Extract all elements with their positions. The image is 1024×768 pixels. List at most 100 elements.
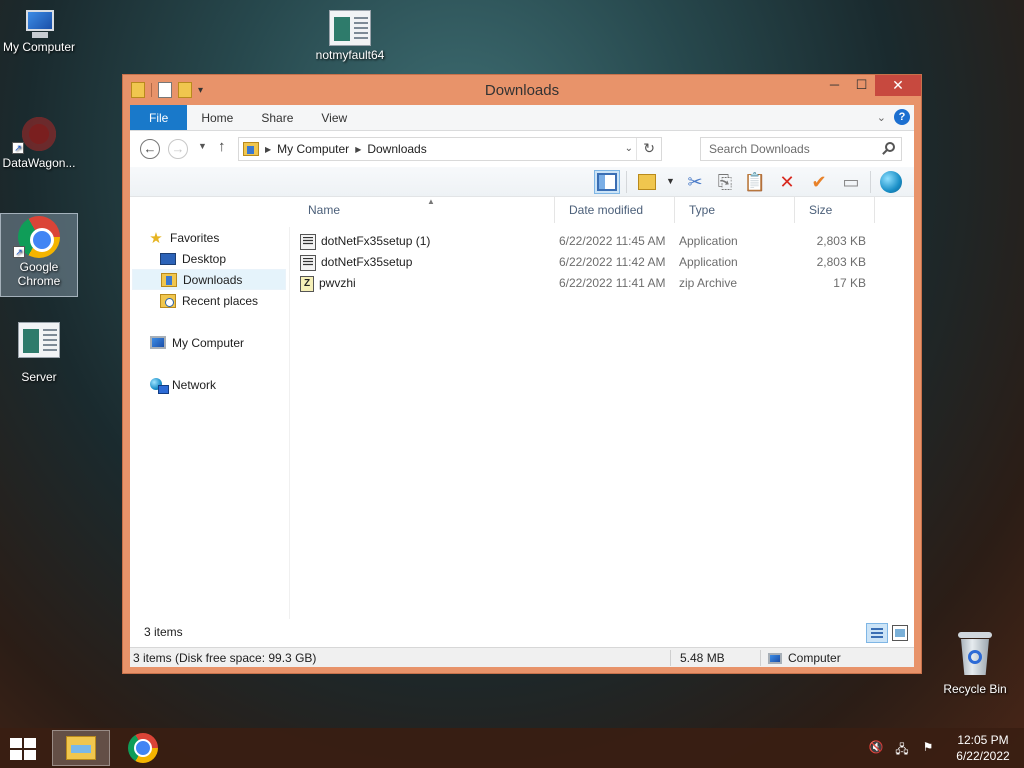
help-icon[interactable]: ? (894, 109, 910, 125)
windows-logo-icon (24, 738, 36, 748)
windows-logo-icon (10, 750, 22, 760)
command-toolbar: ▼ ✂ ⎘ 📋 ✕ ✔ ▭ (130, 167, 914, 197)
column-header-date-modified[interactable]: Date modified (559, 197, 674, 223)
file-name-cell: Z pwvzhi (300, 273, 550, 294)
column-header-size[interactable]: Size (799, 197, 874, 223)
tab-file[interactable]: File (130, 105, 188, 130)
status-divider (760, 650, 761, 666)
breadcrumb-separator-icon[interactable]: ▶ (355, 145, 361, 154)
downloads-folder-icon (243, 142, 259, 156)
desktop-icon-label: Server (21, 370, 57, 384)
network-status-icon[interactable]: 🖧 (894, 740, 910, 756)
file-date: 6/22/2022 11:42 AM (559, 255, 666, 269)
desktop-icon-google-chrome[interactable]: ↗ Google Chrome (0, 213, 78, 297)
desktop-icon-my-computer[interactable]: My Computer (0, 8, 78, 54)
file-list: ▲ Name Date modified Type Size dotNetFx3… (298, 197, 914, 619)
search-box[interactable] (700, 137, 902, 161)
system-clock[interactable]: 12:05 PM 6/22/2022 (946, 732, 1020, 764)
recent-locations-chevron-down-icon[interactable]: ▼ (198, 141, 207, 151)
datawagon-icon (19, 114, 59, 154)
clock-time: 12:05 PM (957, 733, 1009, 747)
application-window-icon (18, 322, 60, 358)
select-folder-button[interactable] (634, 170, 660, 194)
nav-item-downloads[interactable]: Downloads (132, 269, 286, 290)
desktop-icon-recycle-bin[interactable]: Recycle Bin (936, 632, 1014, 696)
maximize-button[interactable]: ☐ (848, 75, 875, 96)
file-row[interactable]: dotNetFx35setup (1) 6/22/2022 11:45 AM A… (298, 231, 880, 252)
tab-home[interactable]: Home (187, 105, 247, 130)
file-name-cell: dotNetFx35setup (300, 252, 550, 273)
clock-date: 6/22/2022 (956, 749, 1010, 763)
network-globe-button[interactable] (878, 170, 904, 194)
nav-item-network[interactable]: Network (150, 374, 216, 395)
nav-item-label: Network (172, 377, 217, 392)
desktop-icon-datawagon[interactable]: ↗ DataWagon... (0, 112, 78, 170)
start-button[interactable] (10, 738, 38, 760)
column-divider[interactable] (794, 197, 795, 223)
application-icon (300, 233, 316, 250)
nav-item-desktop[interactable]: Desktop (160, 248, 226, 269)
up-arrow-icon[interactable]: ↑ (218, 138, 226, 155)
recycle-bin-icon (958, 632, 992, 676)
file-row[interactable]: dotNetFx35setup 6/22/2022 11:42 AM Appli… (298, 252, 880, 273)
column-header-type[interactable]: Type (679, 197, 794, 223)
nav-item-label: My Computer (172, 335, 245, 350)
desktop-icon (160, 252, 176, 265)
expand-ribbon-chevron-down-icon[interactable]: ⌄ (877, 111, 886, 124)
taskbar-file-explorer[interactable] (52, 730, 110, 766)
tab-share[interactable]: Share (247, 105, 307, 130)
breadcrumb-my-computer[interactable]: My Computer (277, 142, 349, 156)
copy-button[interactable]: ⎘ (712, 170, 738, 194)
close-button[interactable]: ✕ (875, 75, 921, 96)
breadcrumb-separator-icon[interactable]: ▶ (265, 145, 271, 154)
nav-item-recent-places[interactable]: Recent places (160, 290, 258, 311)
action-center-flag-icon[interactable]: ⚑ (920, 740, 936, 756)
file-size: 17 KB (833, 276, 866, 290)
column-divider[interactable] (674, 197, 675, 223)
nav-item-my-computer[interactable]: My Computer (150, 332, 244, 353)
breadcrumb-downloads[interactable]: Downloads (367, 142, 426, 156)
shortcut-arrow-icon: ↗ (12, 142, 24, 154)
tab-view[interactable]: View (307, 105, 361, 130)
star-icon: ★ (149, 229, 163, 247)
details-view-button[interactable] (866, 623, 888, 643)
desktop-icon-notmyfault64[interactable]: notmyfault64 (311, 10, 389, 62)
nav-item-label: Downloads (183, 272, 243, 287)
status-divider (670, 650, 671, 666)
search-input[interactable] (709, 142, 879, 156)
delete-button[interactable]: ✕ (774, 170, 800, 194)
status-location-label: Computer (788, 651, 841, 665)
refresh-icon[interactable]: ↻ (643, 140, 655, 157)
back-button[interactable]: ← (140, 139, 160, 159)
column-header-name[interactable]: Name (298, 197, 553, 223)
minimize-button[interactable]: ─ (821, 75, 848, 96)
status-bar: 3 items (Disk free space: 99.3 GB) 5.48 … (130, 647, 914, 667)
paste-button[interactable]: 📋 (742, 170, 768, 194)
file-type: Application (679, 234, 738, 248)
taskbar: 🔇 🖧 ⚑ 12:05 PM 6/22/2022 (0, 728, 1024, 768)
folder-options-chevron-down-icon[interactable]: ▼ (666, 176, 675, 186)
volume-muted-icon[interactable]: 🔇 (868, 740, 884, 756)
desktop-icon-label: DataWagon... (2, 156, 76, 170)
taskbar-google-chrome[interactable] (114, 730, 172, 766)
file-row[interactable]: Z pwvzhi 6/22/2022 11:41 AM zip Archive … (298, 273, 880, 294)
computer-icon (150, 336, 166, 349)
nav-item-favorites[interactable]: ★ Favorites (148, 227, 219, 248)
rename-button[interactable]: ▭ (838, 170, 864, 194)
large-icons-view-button[interactable] (892, 625, 908, 641)
file-name: pwvzhi (319, 276, 356, 290)
preview-pane-button[interactable] (594, 170, 620, 194)
cut-button[interactable]: ✂ (682, 170, 708, 194)
navigation-pane: ★ Favorites Desktop Downloads Recent pla… (130, 227, 290, 619)
column-divider[interactable] (554, 197, 555, 223)
forward-button[interactable]: → (168, 139, 188, 159)
file-date: 6/22/2022 11:41 AM (559, 276, 666, 290)
search-icon[interactable] (885, 142, 895, 152)
address-history-chevron-down-icon[interactable]: ⌄ (625, 143, 633, 154)
apply-check-button[interactable]: ✔ (806, 170, 832, 194)
title-bar[interactable]: ▾ Downloads ─ ☐ ✕ (123, 75, 921, 105)
column-divider[interactable] (874, 197, 875, 223)
address-bar[interactable]: ▶ My Computer ▶ Downloads ⌄ ↻ (238, 137, 662, 161)
address-separator (636, 138, 637, 160)
desktop-icon-server[interactable]: Server (0, 322, 78, 384)
